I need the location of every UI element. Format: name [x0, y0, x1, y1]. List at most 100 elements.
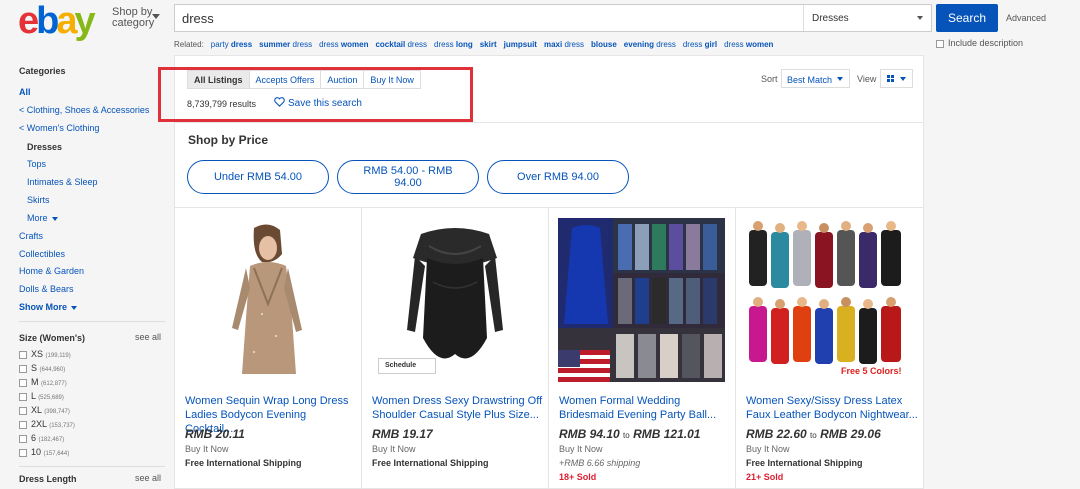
size-filter-option[interactable]: 2XL (153,737) [19, 419, 75, 429]
size-filter-option[interactable]: S (644,960) [19, 363, 65, 373]
search-input[interactable] [175, 5, 803, 31]
sidebar-item-dresses: Dresses [27, 142, 63, 152]
buy-format: Buy It Now [746, 444, 790, 454]
related-search-link[interactable]: jumpsuit [504, 40, 537, 49]
view-dropdown[interactable] [880, 69, 913, 88]
related-search-link[interactable]: dress women [724, 40, 773, 49]
product-card[interactable]: Women Formal Wedding Bridesmaid Evening … [549, 208, 736, 489]
schedule-badge[interactable]: Schedule [378, 358, 436, 374]
related-search-link[interactable]: dress women [319, 40, 368, 49]
price-low: RMB 22.60 [746, 427, 807, 441]
sidebar-item-collectibles[interactable]: Collectibles [19, 249, 65, 259]
scrollbar[interactable] [1062, 0, 1080, 489]
sidebar-item-home-garden[interactable]: Home & Garden [19, 266, 84, 276]
chevron-down-icon [152, 14, 160, 19]
related-link-bold: girl [704, 40, 718, 49]
price-filter-over[interactable]: Over RMB 94.00 [487, 160, 629, 194]
include-description-label: Include description [948, 38, 1024, 48]
size-filter-option[interactable]: XL (398,747) [19, 405, 70, 415]
related-link-bold: women [745, 40, 774, 49]
product-price: RMB 22.60 to RMB 29.06 [746, 427, 881, 441]
product-image[interactable]: Free 5 Colors! [745, 218, 912, 382]
shipping-info: Free International Shipping [185, 458, 302, 468]
size-count: (153,737) [49, 423, 75, 429]
sidebar-more-link[interactable]: More [27, 213, 58, 223]
related-link-bold: long [455, 40, 473, 49]
shop-by-category-button[interactable]: Shop by category [112, 7, 160, 29]
related-link-pre: dress [724, 40, 746, 49]
sidebar-item-intimates[interactable]: Intimates & Sleep [27, 177, 98, 187]
ebay-logo[interactable]: ebay [18, 2, 96, 40]
schedule-label: Schedule [385, 362, 417, 369]
product-title-link[interactable]: Women Sexy/Sissy Dress Latex Faux Leathe… [746, 394, 918, 422]
size-count: (612,877) [41, 381, 67, 387]
product-image[interactable] [558, 218, 725, 382]
size-count: (157,644) [43, 451, 70, 457]
price-high: RMB 121.01 [633, 427, 701, 441]
related-link-post: dress [654, 40, 676, 49]
size-filter-option[interactable]: 6 (182,467) [19, 433, 64, 443]
related-search-link[interactable]: maxi dress [544, 40, 584, 49]
sort-dropdown[interactable]: Best Match [781, 69, 850, 88]
checkbox[interactable] [19, 448, 27, 457]
divider [19, 321, 165, 322]
advanced-search-link[interactable]: Advanced [1006, 13, 1046, 23]
product-card[interactable]: Schedule Women Dress Sexy Drawstring Off… [362, 208, 549, 489]
checkbox[interactable] [19, 378, 27, 387]
checkbox[interactable] [19, 392, 27, 401]
related-link-post: dress [405, 40, 428, 49]
checkbox[interactable] [936, 39, 944, 48]
product-title-link[interactable]: Women Dress Sexy Drawstring Off Shoulder… [372, 394, 544, 422]
size-label: 2XL [31, 419, 47, 429]
length-see-all-link[interactable]: see all [135, 473, 161, 483]
product-image[interactable] [184, 218, 351, 382]
checkbox[interactable] [19, 406, 27, 415]
size-filter-option[interactable]: 10 (157,644) [19, 447, 69, 457]
include-description-checkbox[interactable]: Include description [936, 38, 1023, 48]
sidebar-show-more[interactable]: Show More [19, 302, 78, 312]
price-filter-middle[interactable]: RMB 54.00 - RMB 94.00 [337, 160, 479, 194]
sidebar-item-crafts[interactable]: Crafts [19, 231, 43, 241]
product-card[interactable]: Free 5 Colors! Women Sexy/Sissy Dress La… [736, 208, 923, 489]
related-search-link[interactable]: summer dress [259, 40, 312, 49]
sidebar-item-all[interactable]: All [19, 87, 31, 97]
sidebar-item-skirts[interactable]: Skirts [27, 195, 50, 205]
product-title-link[interactable]: Women Formal Wedding Bridesmaid Evening … [559, 394, 731, 422]
related-search-link[interactable]: dress long [434, 40, 473, 49]
size-filter-title: Size (Women's) [19, 333, 85, 343]
checkbox[interactable] [19, 364, 27, 373]
product-card[interactable]: Women Sequin Wrap Long Dress Ladies Body… [175, 208, 362, 489]
sidebar: Categories All < Clothing, Shoes & Acces… [0, 58, 174, 489]
related-search-link[interactable]: party dress [211, 40, 252, 49]
related-link-pre: dress [682, 40, 705, 49]
size-filter-option[interactable]: XS (199,119) [19, 349, 71, 359]
checkbox[interactable] [19, 420, 27, 429]
category-select[interactable]: Dresses [803, 5, 931, 31]
price-to: to [623, 431, 630, 440]
sidebar-crumb-clothing[interactable]: < Clothing, Shoes & Accessories [19, 105, 149, 115]
size-filter-option[interactable]: M (612,877) [19, 377, 67, 387]
related-searches: Related: party dress summer dress dress wom… [174, 40, 773, 49]
search-button[interactable]: Search [936, 4, 998, 32]
sidebar-crumb-womens-clothing[interactable]: < Women's Clothing [19, 123, 99, 133]
related-link-bold: skirt [479, 40, 497, 49]
related-link-bold: women [340, 40, 369, 49]
shipping-info: Free International Shipping [372, 458, 489, 468]
related-search-link[interactable]: dress girl [683, 40, 717, 49]
related-search-link[interactable]: evening dress [624, 40, 676, 49]
sidebar-item-tops[interactable]: Tops [27, 159, 46, 169]
divider [19, 466, 165, 467]
price-filter-under[interactable]: Under RMB 54.00 [187, 160, 329, 194]
product-price: RMB 19.17 [372, 427, 433, 441]
size-see-all-link[interactable]: see all [135, 332, 161, 342]
related-link-bold: evening [623, 40, 655, 49]
related-search-link[interactable]: cocktail dress [375, 40, 427, 49]
checkbox[interactable] [19, 434, 27, 443]
sidebar-item-dolls-bears[interactable]: Dolls & Bears [19, 284, 74, 294]
size-filter-option[interactable]: L (525,689) [19, 391, 64, 401]
related-search-link[interactable]: blouse [591, 40, 617, 49]
related-search-link[interactable]: skirt [480, 40, 497, 49]
checkbox[interactable] [19, 350, 27, 359]
more-label: More [27, 213, 48, 223]
buy-format: Buy It Now [559, 444, 603, 454]
